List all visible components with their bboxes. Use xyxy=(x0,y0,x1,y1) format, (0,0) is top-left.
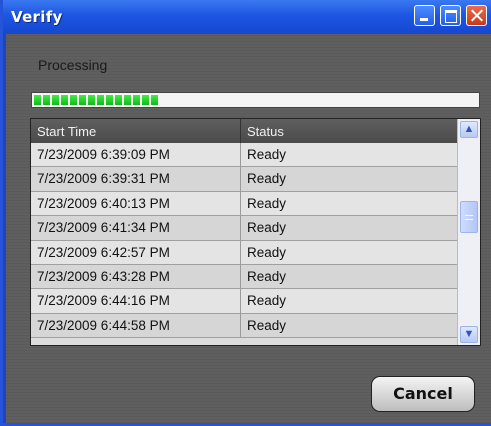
table-row[interactable]: 7/23/2009 6:39:09 PM Ready xyxy=(31,143,457,168)
progress-segment xyxy=(79,95,86,105)
cell-start-time: 7/23/2009 6:44:58 PM xyxy=(37,317,170,333)
scroll-thumb[interactable] xyxy=(460,201,478,233)
cell-status: Ready xyxy=(247,293,287,309)
cell-status: Ready xyxy=(247,147,287,162)
table-row[interactable]: 7/23/2009 6:42:57 PM Ready xyxy=(31,240,457,265)
minimize-icon[interactable] xyxy=(414,5,435,26)
cell-status: Ready xyxy=(247,195,287,211)
table-row[interactable]: 7/23/2009 6:41:34 PM Ready xyxy=(31,216,457,241)
dialog-body: Processing Start Time Status 7/23/2009 6… xyxy=(6,34,491,423)
progress-bar xyxy=(31,92,480,108)
cell-status: Ready xyxy=(247,268,287,284)
table-row[interactable]: 7/23/2009 6:40:13 PM Ready xyxy=(31,191,457,217)
cancel-button[interactable]: Cancel xyxy=(371,376,475,412)
results-table: Start Time Status 7/23/2009 6:39:09 PM Re… xyxy=(30,118,481,346)
column-header-start-time[interactable]: Start Time xyxy=(37,124,96,139)
column-header-status[interactable]: Status xyxy=(247,124,284,139)
progress-segment xyxy=(34,95,41,105)
table-row[interactable]: 7/23/2009 6:44:16 PM Ready xyxy=(31,289,457,314)
cell-status: Ready xyxy=(247,220,287,236)
status-label: Processing xyxy=(38,57,108,73)
close-icon[interactable] xyxy=(466,5,487,26)
progress-segment xyxy=(52,95,59,105)
cell-start-time: 7/23/2009 6:39:31 PM xyxy=(37,171,170,187)
table-row[interactable]: 7/23/2009 6:43:28 PM Ready xyxy=(31,264,457,290)
cell-start-time: 7/23/2009 6:42:57 PM xyxy=(37,244,170,260)
progress-segment xyxy=(43,95,50,105)
progress-fill xyxy=(34,95,160,105)
verify-window: Verify Processing Start Time Status 7/23… xyxy=(0,0,491,426)
table-header: Start Time Status xyxy=(31,119,457,143)
cell-start-time: 7/23/2009 6:40:13 PM xyxy=(37,195,170,211)
progress-segment xyxy=(97,95,104,105)
cell-status: Ready xyxy=(247,317,287,333)
cell-start-time: 7/23/2009 6:44:16 PM xyxy=(37,293,170,309)
progress-segment xyxy=(61,95,68,105)
cell-start-time: 7/23/2009 6:41:34 PM xyxy=(37,220,170,236)
scroll-up-icon[interactable]: ▲ xyxy=(460,121,478,138)
cell-start-time: 7/23/2009 6:39:09 PM xyxy=(37,147,170,162)
progress-segment xyxy=(106,95,113,105)
progress-segment xyxy=(124,95,131,105)
vertical-scrollbar[interactable]: ▲ ▼ xyxy=(457,119,480,345)
table-row[interactable]: 7/23/2009 6:44:58 PM Ready xyxy=(31,313,457,339)
progress-segment xyxy=(142,95,149,105)
title-bar[interactable]: Verify xyxy=(3,0,491,34)
maximize-icon[interactable] xyxy=(440,5,461,26)
progress-segment xyxy=(115,95,122,105)
scroll-down-icon[interactable]: ▼ xyxy=(460,326,478,343)
cell-start-time: 7/23/2009 6:43:28 PM xyxy=(37,268,170,284)
cell-status: Ready xyxy=(247,244,287,260)
cell-status: Ready xyxy=(247,171,287,187)
table-row[interactable]: 7/23/2009 6:39:31 PM Ready xyxy=(31,167,457,192)
progress-segment xyxy=(133,95,140,105)
table-rows: 7/23/2009 6:39:09 PM Ready 7/23/2009 6:39:… xyxy=(31,143,457,339)
progress-segment xyxy=(70,95,77,105)
progress-segment xyxy=(88,95,95,105)
progress-segment xyxy=(151,95,158,105)
window-title: Verify xyxy=(11,8,63,26)
